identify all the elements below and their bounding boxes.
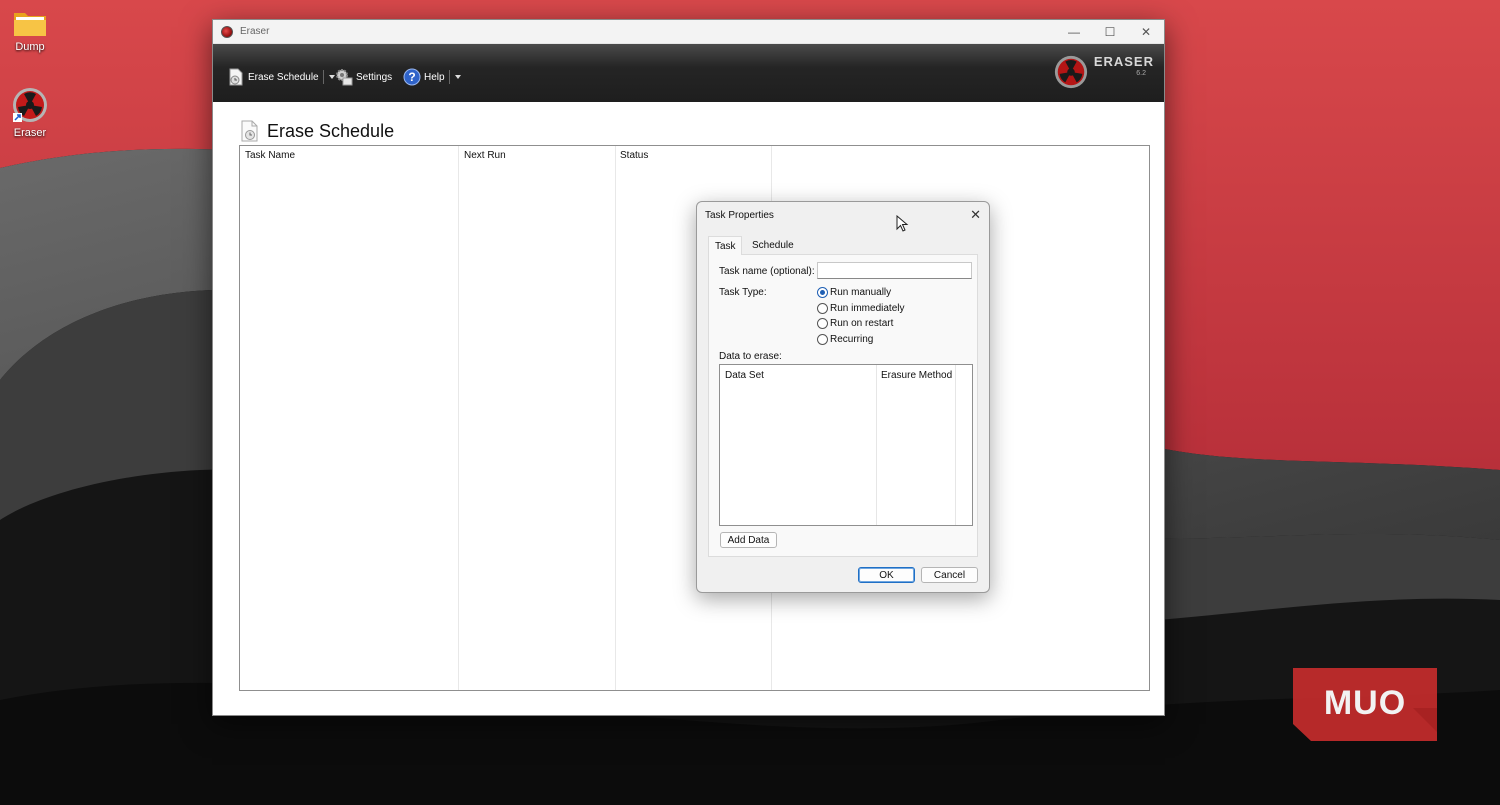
eraser-app-icon xyxy=(221,25,233,38)
column-task-name xyxy=(240,146,459,690)
maximize-button[interactable]: ☐ xyxy=(1092,20,1128,44)
svg-text:?: ? xyxy=(408,70,415,84)
erase-schedule-view: Erase Schedule Task Name Next Run Status xyxy=(221,102,1164,707)
close-button[interactable]: ✕ xyxy=(1128,20,1164,44)
task-type-label: Task Type: xyxy=(719,287,767,298)
mouse-cursor-icon xyxy=(896,215,909,232)
desktop-icon-label: Eraser xyxy=(13,127,47,139)
column-next-run xyxy=(459,146,616,690)
list-column-erasure-method xyxy=(877,365,956,525)
desktop-icon-label: Dump xyxy=(15,41,45,53)
radio-button[interactable] xyxy=(817,287,828,298)
schedule-document-icon xyxy=(229,68,243,86)
help-icon: ? xyxy=(403,68,421,86)
tab-schedule[interactable]: Schedule xyxy=(752,240,794,251)
radio-button[interactable] xyxy=(817,334,828,345)
settings-label: Settings xyxy=(356,71,393,83)
muo-watermark: MUO xyxy=(1293,668,1437,741)
radio-run-manually[interactable]: Run manually xyxy=(817,287,891,298)
radio-button[interactable] xyxy=(817,318,828,329)
eraser-app-icon xyxy=(13,88,47,122)
cancel-button[interactable]: Cancel xyxy=(921,567,978,583)
task-name-input[interactable] xyxy=(817,262,972,279)
toolbar: Erase Schedule Settings ? Help ERASER 6.… xyxy=(213,44,1164,102)
radio-label: Run on restart xyxy=(830,318,894,329)
task-list[interactable]: Task Name Next Run Status xyxy=(239,145,1150,691)
help-label: Help xyxy=(424,71,445,83)
dropdown-separator xyxy=(448,70,450,84)
chevron-down-icon[interactable] xyxy=(454,75,461,79)
schedule-document-icon xyxy=(241,120,258,142)
desktop-icon-dump[interactable]: Dump xyxy=(0,8,60,53)
dialog-title: Task Properties xyxy=(705,210,774,221)
add-data-button[interactable]: Add Data xyxy=(720,532,777,548)
radio-label: Recurring xyxy=(830,334,874,345)
radio-label: Run immediately xyxy=(830,303,905,314)
title-bar[interactable]: Eraser — ☐ ✕ xyxy=(213,20,1164,44)
help-menu[interactable]: ? Help xyxy=(403,68,461,86)
folder-icon xyxy=(14,13,46,36)
dropdown-separator xyxy=(322,70,324,84)
tab-task[interactable]: Task xyxy=(708,236,742,255)
task-tab-page: Task name (optional): Task Type: Run man… xyxy=(708,254,978,557)
column-header-next-run[interactable]: Next Run xyxy=(464,150,506,161)
column-header-status[interactable]: Status xyxy=(620,150,648,161)
gear-icon xyxy=(336,69,353,86)
desktop-icon-eraser[interactable]: Eraser xyxy=(0,86,60,139)
radio-run-immediately[interactable]: Run immediately xyxy=(817,303,904,314)
page-title: Erase Schedule xyxy=(267,120,395,141)
erase-schedule-menu[interactable]: Erase Schedule xyxy=(227,68,335,86)
window-controls: — ☐ ✕ xyxy=(1056,20,1164,44)
minimize-button[interactable]: — xyxy=(1056,20,1092,44)
data-to-erase-list[interactable]: Data Set Erasure Method xyxy=(719,364,973,526)
dialog-close-button[interactable]: ✕ xyxy=(970,207,981,223)
task-properties-dialog: Task Properties ✕ Task Schedule Task nam… xyxy=(696,201,990,593)
eraser-brand: ERASER 6.2 xyxy=(1053,54,1154,90)
brand-version: 6.2 xyxy=(1136,70,1146,77)
ok-button[interactable]: OK xyxy=(858,567,915,583)
radio-label: Run manually xyxy=(830,287,892,298)
radio-button[interactable] xyxy=(817,303,828,314)
watermark-text: MUO xyxy=(1324,684,1406,722)
task-name-label: Task name (optional): xyxy=(719,266,815,277)
data-to-erase-label: Data to erase: xyxy=(719,351,782,362)
window-title: Eraser xyxy=(240,26,270,37)
list-column-data-set xyxy=(720,365,877,525)
erase-schedule-label: Erase Schedule xyxy=(248,71,319,83)
radio-recurring[interactable]: Recurring xyxy=(817,334,873,345)
settings-button[interactable]: Settings xyxy=(335,68,392,86)
radio-run-on-restart[interactable]: Run on restart xyxy=(817,318,893,329)
list-header-data-set[interactable]: Data Set xyxy=(725,370,764,381)
list-header-erasure-method[interactable]: Erasure Method xyxy=(881,370,952,381)
page-header: Erase Schedule xyxy=(239,120,394,142)
eraser-logo-icon xyxy=(1054,55,1087,89)
chevron-down-icon[interactable] xyxy=(328,75,335,79)
column-header-task-name[interactable]: Task Name xyxy=(245,150,295,161)
eraser-window: Eraser — ☐ ✕ Erase Schedule Settings ? H… xyxy=(212,19,1165,716)
brand-name: ERASER xyxy=(1093,54,1154,69)
